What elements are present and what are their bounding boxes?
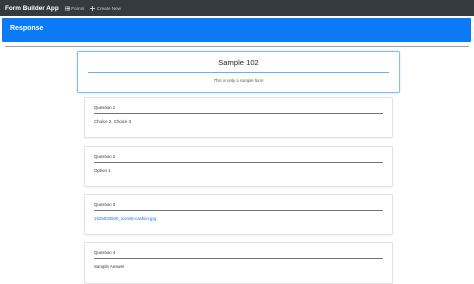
question-card: Question 3 1625033940_icons8-cashier.jpg (84, 194, 393, 235)
question-divider (94, 210, 383, 211)
top-navbar: Form Builder App Forms Create New (0, 0, 474, 16)
nav-link-create-new-label: Create New (96, 5, 122, 11)
question-answer: Option 1 (94, 168, 111, 173)
form-title: Sample 102 (218, 58, 259, 67)
header-divider (5, 46, 469, 47)
question-divider (94, 113, 383, 114)
question-card: Question 2 Option 1 (84, 146, 393, 187)
question-answer: Choice 2, Choice 3 (94, 119, 132, 124)
question-label: Question 2 (94, 154, 116, 159)
nav-link-forms-label: Forms (71, 5, 85, 11)
list-icon (64, 6, 70, 11)
question-answer: Sample Answer (94, 264, 125, 269)
question-card: Question 4 Sample Answer (84, 242, 393, 284)
app-brand[interactable]: Form Builder App (5, 5, 59, 12)
question-divider (94, 162, 383, 163)
question-divider (94, 258, 383, 259)
form-description: This is only a sample form (213, 78, 264, 83)
question-card: Question 1 Choice 2, Choice 3 (84, 97, 393, 138)
uploaded-file-link[interactable]: 1625033940_icons8-cashier.jpg (94, 216, 156, 221)
question-label: Question 4 (94, 250, 116, 255)
nav-link-forms[interactable]: Forms (64, 5, 85, 11)
question-label: Question 3 (94, 202, 116, 207)
form-title-divider (88, 72, 389, 73)
question-label: Question 1 (94, 105, 116, 110)
page-title: Response (10, 25, 44, 32)
plus-icon (90, 5, 96, 11)
response-header: Response (2, 18, 471, 42)
form-info-card: Sample 102 This is only a sample form (77, 51, 400, 93)
nav-link-create-new[interactable]: Create New (90, 5, 122, 11)
